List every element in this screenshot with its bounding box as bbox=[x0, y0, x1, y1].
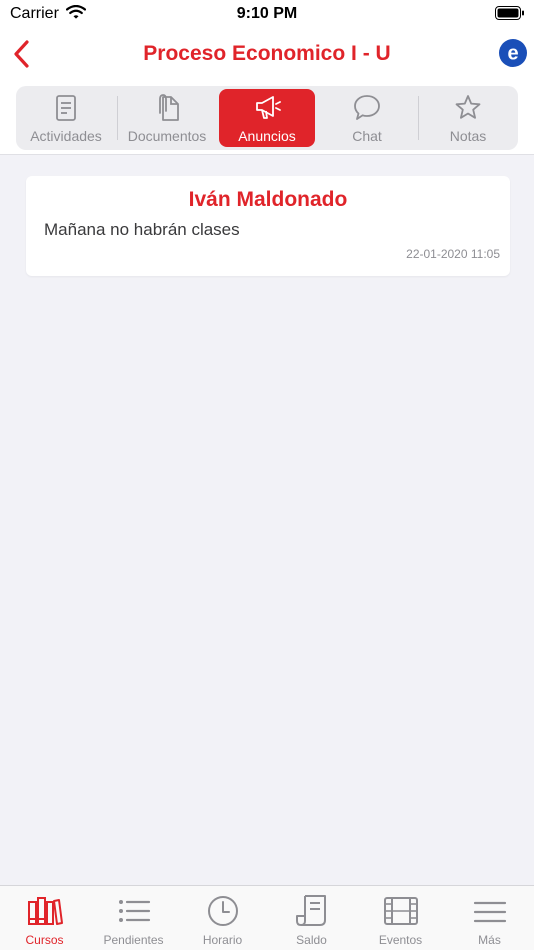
segment-divider bbox=[117, 96, 118, 140]
tab-saldo-label: Saldo bbox=[296, 933, 327, 947]
menu-icon bbox=[473, 901, 507, 923]
tab-pendientes[interactable]: Pendientes bbox=[89, 886, 178, 950]
tab-notas[interactable]: Notas bbox=[420, 89, 516, 147]
brand-logo-letter: e bbox=[507, 43, 518, 65]
clock-icon bbox=[208, 896, 238, 926]
tab-documentos-label: Documentos bbox=[127, 128, 207, 144]
tab-chat[interactable]: Chat bbox=[319, 89, 415, 147]
paperclip-document-icon bbox=[159, 94, 179, 121]
tab-actividades[interactable]: Actividades bbox=[18, 89, 114, 147]
tab-mas-label: Más bbox=[478, 933, 501, 947]
tab-cursos[interactable]: Cursos bbox=[0, 886, 89, 950]
list-icon bbox=[119, 900, 151, 922]
announcement-author: Iván Maldonado bbox=[188, 188, 348, 211]
tab-eventos[interactable]: Eventos bbox=[356, 886, 445, 950]
bottom-tab-bar: Cursos Pendientes Horario Saldo Eventos … bbox=[0, 885, 534, 950]
film-icon bbox=[384, 897, 418, 925]
announcement-card[interactable]: Iván Maldonado Mañana no habrán clases 2… bbox=[26, 176, 510, 276]
star-icon bbox=[455, 95, 481, 119]
brand-logo[interactable]: e bbox=[498, 38, 528, 68]
tab-pendientes-label: Pendientes bbox=[103, 933, 164, 947]
tab-mas[interactable]: Más bbox=[445, 886, 534, 950]
tab-notas-label: Notas bbox=[449, 128, 487, 144]
tab-chat-label: Chat bbox=[352, 128, 382, 144]
page-title: Proceso Economico I - U bbox=[143, 42, 391, 65]
tab-saldo[interactable]: Saldo bbox=[267, 886, 356, 950]
tab-anuncios[interactable]: Anuncios bbox=[219, 89, 315, 147]
announcement-date: 22-01-2020 11:05 bbox=[406, 247, 500, 261]
announcement-message: Mañana no habrán clases bbox=[44, 220, 240, 239]
clock-time: 9:10 PM bbox=[236, 5, 298, 22]
top-area: Carrier 9:10 PM Proceso Economico I - U bbox=[0, 0, 534, 155]
tab-horario[interactable]: Horario bbox=[178, 886, 267, 950]
receipt-icon bbox=[296, 895, 326, 926]
battery-icon bbox=[495, 6, 525, 25]
segment-divider bbox=[418, 96, 419, 140]
section-segmented-control: Actividades Documentos Anuncios Chat Not… bbox=[16, 86, 518, 150]
tab-actividades-label: Actividades bbox=[30, 128, 102, 144]
tab-horario-label: Horario bbox=[202, 933, 243, 947]
tab-cursos-label: Cursos bbox=[25, 933, 64, 947]
tab-anuncios-label: Anuncios bbox=[238, 128, 296, 144]
tab-eventos-label: Eventos bbox=[378, 933, 423, 947]
chat-bubble-icon bbox=[354, 95, 380, 120]
megaphone-icon bbox=[256, 96, 281, 119]
navigation-bar: Proceso Economico I - U e bbox=[0, 30, 534, 78]
tab-documentos[interactable]: Documentos bbox=[119, 89, 215, 147]
books-icon bbox=[28, 897, 63, 925]
status-bar: Carrier 9:10 PM bbox=[0, 0, 534, 28]
document-icon bbox=[56, 95, 76, 121]
